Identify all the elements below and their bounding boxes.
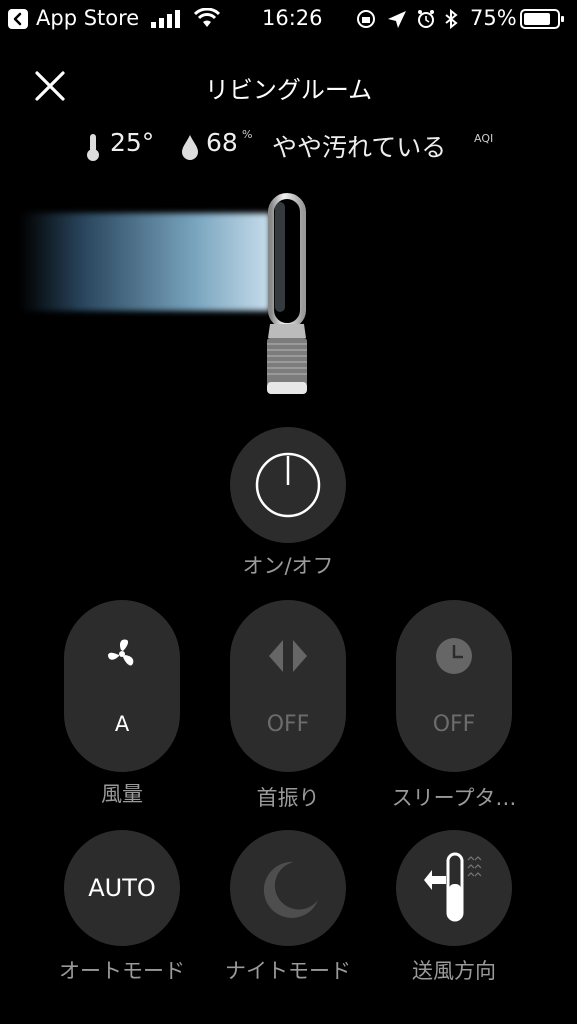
sleep-timer-button[interactable]: OFF <box>396 600 512 772</box>
environment-summary: 25° 68 % やや汚れている AQI <box>84 128 514 164</box>
wifi-icon <box>194 8 220 27</box>
clock-icon <box>436 638 472 674</box>
status-time: 16:26 <box>262 6 323 30</box>
battery-percent: 75% <box>470 6 517 30</box>
air-quality-status: やや汚れている <box>272 133 447 162</box>
oscillation-button[interactable]: OFF <box>230 600 346 772</box>
fan-speed-value: A <box>114 712 130 736</box>
moon-icon <box>263 861 318 918</box>
fan-icon <box>108 639 134 666</box>
auto-mode-text: AUTO <box>88 874 156 902</box>
sleep-timer-label: スリープタ… <box>391 786 517 810</box>
airflow-direction-icon <box>424 852 482 922</box>
rotation-lock-icon <box>357 10 375 28</box>
humidity-unit: % <box>242 128 253 141</box>
auto-mode-button[interactable]: AUTO <box>64 830 180 946</box>
oscillation-icon <box>269 640 307 672</box>
airflow-visual <box>20 213 270 311</box>
signal-icon <box>151 10 180 28</box>
power-icon <box>255 452 321 518</box>
humidity-drop-icon <box>182 135 198 160</box>
bluetooth-icon <box>445 8 458 30</box>
oscillation-label: 首振り <box>256 786 320 810</box>
location-icon <box>388 11 406 28</box>
power-label: オン/オフ <box>242 554 334 578</box>
fan-speed-label: 風量 <box>101 782 143 806</box>
temperature-value: 25° <box>110 128 155 157</box>
chevron-left-icon <box>13 12 22 26</box>
page-title: リビングルーム <box>204 76 373 104</box>
sleep-timer-value: OFF <box>432 712 476 737</box>
power-button[interactable] <box>230 427 346 543</box>
night-mode-label: ナイトモード <box>225 959 351 983</box>
aqi-label: AQI <box>474 132 494 145</box>
status-indicators <box>357 8 458 30</box>
thermometer-icon <box>87 134 99 161</box>
purifier-fan-image <box>267 193 307 394</box>
battery-icon <box>520 9 564 29</box>
humidity-value: 68 <box>206 128 238 157</box>
auto-mode-label: オートモード <box>59 959 185 983</box>
back-app-label[interactable]: App Store <box>36 6 139 30</box>
airflow-direction-label: 送風方向 <box>412 959 496 983</box>
alarm-icon <box>418 10 434 28</box>
back-to-app-button[interactable] <box>8 9 28 29</box>
night-mode-button[interactable] <box>230 830 346 946</box>
airflow-direction-button[interactable] <box>396 830 512 946</box>
oscillation-value: OFF <box>266 712 310 737</box>
fan-speed-button[interactable]: A <box>64 600 180 772</box>
status-bar: App Store 16:26 75% <box>0 0 577 38</box>
